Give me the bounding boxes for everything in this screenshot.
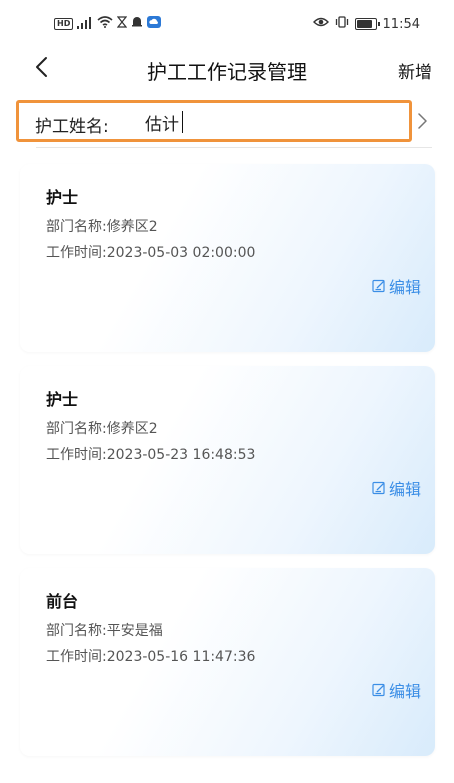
wifi-icon — [97, 16, 113, 32]
time-label: 工作时间: — [46, 649, 107, 665]
caregiver-name-field-row: 护工姓名: — [16, 100, 412, 142]
vibrate-icon — [335, 16, 349, 32]
dept-value: 修养区2 — [106, 421, 158, 437]
edit-button[interactable]: 编辑 — [372, 274, 421, 298]
record-name: 护士 — [46, 188, 79, 207]
time-label: 工作时间: — [46, 245, 107, 261]
caregiver-name-label: 护工姓名: — [35, 117, 109, 137]
dept-value: 平安是福 — [106, 623, 163, 639]
record-time-line: 工作时间:2023-05-03 02:00:00 — [46, 242, 255, 262]
status-bar: HD 11:54 — [0, 0, 454, 46]
cloud-icon — [147, 16, 162, 32]
record-time-line: 工作时间:2023-05-16 11:47:36 — [46, 646, 255, 666]
edit-icon — [372, 279, 385, 293]
add-button[interactable]: 新增 — [398, 58, 432, 83]
dept-label: 部门名称: — [46, 219, 107, 235]
eye-icon — [312, 16, 329, 32]
hourglass-icon — [117, 16, 128, 32]
record-dept-line: 部门名称:修养区2 — [46, 418, 158, 438]
status-left-icons: HD — [54, 16, 162, 32]
dept-value: 修养区2 — [106, 219, 158, 235]
text-caret — [182, 111, 183, 133]
edit-icon — [372, 683, 385, 697]
divider — [36, 147, 432, 148]
record-name: 前台 — [46, 592, 79, 611]
record-card[interactable]: 前台 部门名称:平安是福 工作时间:2023-05-16 11:47:36 编辑 — [20, 568, 435, 756]
status-time: 11:54 — [382, 16, 420, 32]
signal-icon — [77, 16, 93, 32]
edit-icon — [372, 481, 385, 495]
edit-label: 编辑 — [388, 682, 421, 701]
time-value: 2023-05-23 16:48:53 — [106, 447, 256, 463]
record-card[interactable]: 护士 部门名称:修养区2 工作时间:2023-05-23 16:48:53 编辑 — [20, 366, 435, 554]
hd-icon: HD — [54, 18, 74, 30]
record-time-line: 工作时间:2023-05-23 16:48:53 — [46, 444, 255, 464]
record-card[interactable]: 护士 部门名称:修养区2 工作时间:2023-05-03 02:00:00 编辑 — [20, 164, 435, 352]
time-label: 工作时间: — [46, 447, 107, 463]
time-value: 2023-05-03 02:00:00 — [106, 245, 256, 261]
dept-label: 部门名称: — [46, 421, 107, 437]
dept-label: 部门名称: — [46, 623, 107, 639]
edit-button[interactable]: 编辑 — [372, 476, 421, 500]
edit-label: 编辑 — [388, 278, 421, 297]
edit-label: 编辑 — [388, 480, 421, 499]
page-title: 护工工作记录管理 — [147, 60, 307, 84]
edit-button[interactable]: 编辑 — [372, 678, 421, 702]
notification-icon — [131, 16, 143, 32]
nav-header: 护工工作记录管理 新增 — [0, 46, 454, 92]
status-right-icons: 11:54 — [312, 16, 420, 32]
record-name: 护士 — [46, 390, 79, 409]
time-value: 2023-05-16 11:47:36 — [106, 649, 256, 665]
battery-icon — [354, 18, 380, 30]
record-dept-line: 部门名称:平安是福 — [46, 620, 163, 640]
chevron-right-icon[interactable] — [416, 110, 430, 132]
record-dept-line: 部门名称:修养区2 — [46, 216, 158, 236]
